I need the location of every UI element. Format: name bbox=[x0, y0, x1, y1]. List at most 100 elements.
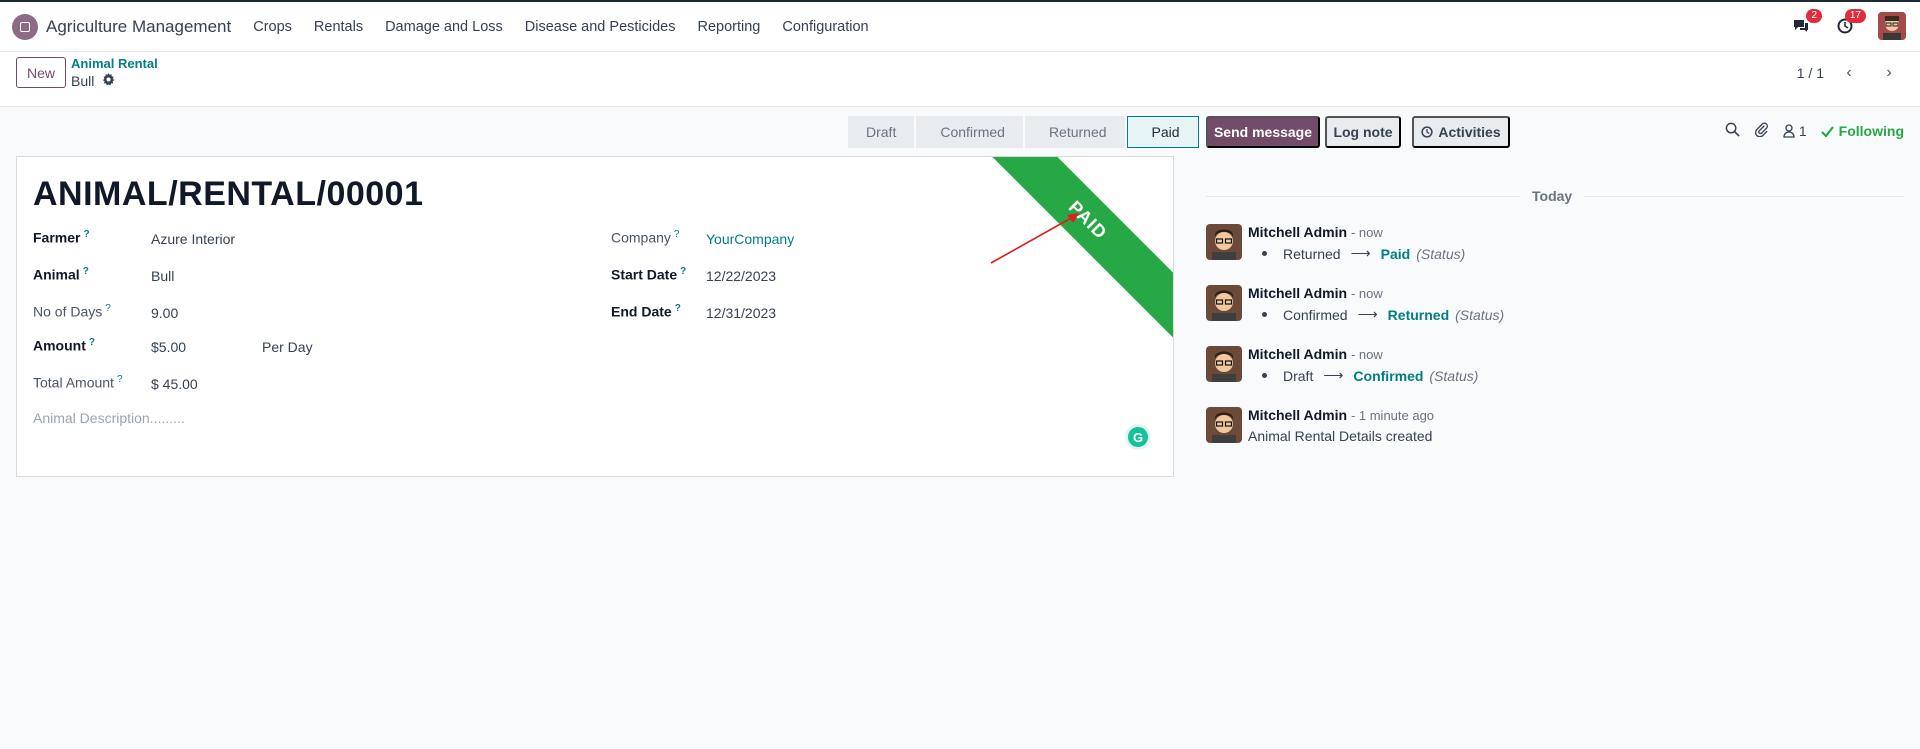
farmer-label: Farmer? bbox=[33, 229, 90, 246]
breadcrumb-parent[interactable]: Animal Rental bbox=[71, 56, 158, 71]
help-icon[interactable]: ? bbox=[105, 303, 111, 314]
send-message-button[interactable]: Send message bbox=[1206, 116, 1320, 148]
message-header: Mitchell Admin - 1 minute ago bbox=[1248, 407, 1434, 423]
menu-configuration[interactable]: Configuration bbox=[782, 19, 868, 35]
company-label: Company? bbox=[611, 229, 680, 246]
company-field[interactable]: YourCompany bbox=[706, 231, 794, 247]
old-value: Confirmed bbox=[1283, 306, 1348, 323]
clock-icon bbox=[1421, 126, 1433, 138]
message-time: - now bbox=[1350, 286, 1383, 301]
farmer-field[interactable]: Azure Interior bbox=[151, 231, 235, 247]
stage-confirmed[interactable]: Confirmed bbox=[916, 116, 1023, 148]
stage-returned[interactable]: Returned bbox=[1024, 116, 1125, 148]
pager-previous-icon[interactable]: ‹ bbox=[1834, 61, 1864, 85]
annotation-arrow bbox=[990, 213, 1079, 264]
message-header: Mitchell Admin - now bbox=[1248, 224, 1383, 240]
following-button[interactable]: Following bbox=[1820, 123, 1904, 139]
followers-button[interactable]: 1 bbox=[1783, 123, 1807, 139]
messages-badge: 2 bbox=[1806, 9, 1822, 23]
menu-rentals[interactable]: Rentals bbox=[314, 19, 363, 35]
following-label: Following bbox=[1838, 123, 1904, 139]
author-avatar[interactable] bbox=[1206, 285, 1242, 321]
tracking-value: Draft ⟶ Confirmed (Status) bbox=[1262, 367, 1478, 384]
messages-icon[interactable]: 2 bbox=[1790, 9, 1822, 37]
help-icon[interactable]: ? bbox=[83, 266, 89, 277]
user-avatar[interactable] bbox=[1878, 12, 1906, 40]
help-icon[interactable]: ? bbox=[83, 229, 89, 240]
top-navbar: Agriculture Management Crops Rentals Dam… bbox=[0, 0, 1920, 52]
tracking-value: Confirmed ⟶ Returned (Status) bbox=[1262, 306, 1504, 323]
no-of-days-field[interactable]: 9.00 bbox=[151, 305, 178, 321]
author-avatar[interactable] bbox=[1206, 407, 1242, 443]
message-time: - now bbox=[1350, 347, 1383, 362]
help-icon[interactable]: ? bbox=[674, 229, 680, 240]
arrow-right-icon: ⟶ bbox=[1350, 245, 1371, 261]
followers-count: 1 bbox=[1798, 123, 1807, 139]
stage-paid[interactable]: Paid bbox=[1126, 116, 1199, 148]
pager-value[interactable]: 1 / 1 bbox=[1797, 65, 1824, 81]
check-icon bbox=[1820, 125, 1834, 137]
message-header: Mitchell Admin - now bbox=[1248, 285, 1383, 301]
amount-unit: Per Day bbox=[262, 339, 313, 355]
help-icon[interactable]: ? bbox=[89, 337, 95, 348]
help-icon[interactable]: ? bbox=[675, 303, 681, 314]
grammarly-icon[interactable]: G bbox=[1125, 424, 1151, 450]
tracked-field: (Status) bbox=[1416, 245, 1466, 262]
total-amount-label: Total Amount? bbox=[33, 374, 123, 391]
app-menu-icon[interactable] bbox=[12, 13, 38, 40]
paperclip-icon[interactable] bbox=[1754, 122, 1769, 140]
message-author[interactable]: Mitchell Admin bbox=[1248, 407, 1347, 423]
new-button[interactable]: New bbox=[16, 57, 66, 88]
message-time: - now bbox=[1350, 225, 1383, 240]
status-bar: Draft Confirmed Returned Paid bbox=[848, 116, 1201, 148]
breadcrumb-current: Bull bbox=[71, 73, 115, 89]
log-note-button[interactable]: Log note bbox=[1325, 116, 1401, 148]
menu-damage-and-loss[interactable]: Damage and Loss bbox=[385, 19, 503, 35]
old-value: Returned bbox=[1283, 245, 1341, 262]
animal-field[interactable]: Bull bbox=[151, 268, 174, 284]
search-icon[interactable] bbox=[1725, 122, 1740, 140]
menu-disease-and-pesticides[interactable]: Disease and Pesticides bbox=[525, 19, 676, 35]
tracked-field: (Status) bbox=[1429, 367, 1479, 384]
author-avatar[interactable] bbox=[1206, 224, 1242, 260]
pager: 1 / 1 ‹ › bbox=[1797, 61, 1904, 85]
end-date-field[interactable]: 12/31/2023 bbox=[706, 305, 776, 321]
amount-field[interactable]: $5.00 bbox=[151, 339, 186, 355]
help-icon[interactable]: ? bbox=[117, 374, 123, 385]
activities-label: Activities bbox=[1438, 124, 1501, 140]
animal-description-field[interactable]: Animal Description......... bbox=[33, 410, 185, 426]
message-author[interactable]: Mitchell Admin bbox=[1248, 224, 1347, 240]
start-date-field[interactable]: 12/22/2023 bbox=[706, 268, 776, 284]
gear-icon[interactable] bbox=[102, 73, 115, 89]
user-icon bbox=[1783, 124, 1795, 138]
menu-reporting[interactable]: Reporting bbox=[698, 19, 761, 35]
old-value: Draft bbox=[1283, 367, 1314, 384]
activities-clock-icon[interactable]: 17 bbox=[1834, 9, 1866, 37]
message-header: Mitchell Admin - now bbox=[1248, 346, 1383, 362]
author-avatar[interactable] bbox=[1206, 346, 1242, 382]
tracking-value: Returned ⟶ Paid (Status) bbox=[1262, 245, 1465, 262]
end-date-label: End Date? bbox=[611, 303, 681, 320]
today-label: Today bbox=[1520, 188, 1585, 204]
stage-draft[interactable]: Draft bbox=[848, 116, 915, 148]
tracked-field: (Status) bbox=[1455, 306, 1505, 323]
help-icon[interactable]: ? bbox=[680, 266, 686, 277]
message-author[interactable]: Mitchell Admin bbox=[1248, 346, 1347, 362]
chatter-tools: 1 Following bbox=[1725, 122, 1904, 140]
animal-label: Animal? bbox=[33, 266, 89, 283]
activities-button[interactable]: Activities bbox=[1412, 116, 1510, 148]
amount-label: Amount? bbox=[33, 337, 95, 354]
menu-crops[interactable]: Crops bbox=[253, 19, 292, 35]
record-title: ANIMAL/RENTAL/00001 bbox=[33, 175, 424, 213]
pager-next-icon[interactable]: › bbox=[1874, 61, 1904, 85]
app-name[interactable]: Agriculture Management bbox=[46, 17, 231, 37]
total-amount-field: $ 45.00 bbox=[151, 376, 198, 392]
message-author[interactable]: Mitchell Admin bbox=[1248, 285, 1347, 301]
arrow-right-icon: ⟶ bbox=[1323, 367, 1344, 383]
form-sheet: PAID ANIMAL/RENTAL/00001 Farmer? Azure I… bbox=[16, 156, 1174, 477]
no-of-days-label: No of Days? bbox=[33, 303, 111, 320]
activities-badge: 17 bbox=[1844, 9, 1866, 23]
arrow-right-icon: ⟶ bbox=[1357, 306, 1378, 322]
breadcrumb-current-label: Bull bbox=[71, 73, 95, 89]
message-text: Animal Rental Details created bbox=[1248, 428, 1433, 444]
